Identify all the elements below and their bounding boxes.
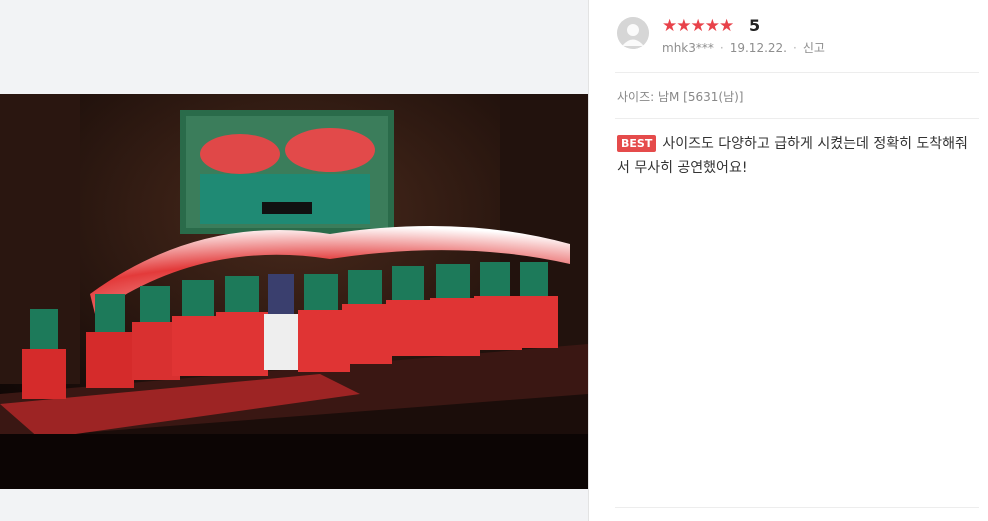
review-photo-image	[0, 94, 588, 489]
divider-line	[615, 118, 979, 119]
review-photo[interactable]	[0, 94, 588, 489]
divider-line	[615, 72, 979, 73]
reviewer-username: mhk3***	[662, 41, 714, 55]
divider-line	[615, 507, 979, 508]
report-link[interactable]: 신고	[803, 41, 825, 55]
rating-stars: ★★★★★	[662, 16, 734, 36]
purchase-option: 사이즈: 남M [5631(남)]	[617, 90, 744, 104]
review-content: BEST 사이즈도 다양하고 급하게 시켰는데 정확히 도착해줘서 무사히 공연했…	[617, 132, 977, 180]
review-text: 사이즈도 다양하고 급하게 시켰는데 정확히 도착해줘서 무사히 공연했어요!	[617, 136, 968, 176]
user-avatar-icon	[617, 17, 649, 49]
best-badge: BEST	[617, 135, 657, 152]
rating-score: 5	[749, 16, 761, 35]
meta-separator: ·	[719, 41, 724, 55]
review-detail-panel: ★★★★★ 5 mhk3*** · 19.12.22. · 신고 사이즈: 남M [56…	[589, 0, 988, 521]
review-date: 19.12.22.	[729, 41, 787, 55]
meta-separator: ·	[792, 41, 797, 55]
photo-viewer-panel	[0, 0, 588, 521]
review-meta: mhk3*** · 19.12.22. · 신고	[662, 39, 825, 56]
